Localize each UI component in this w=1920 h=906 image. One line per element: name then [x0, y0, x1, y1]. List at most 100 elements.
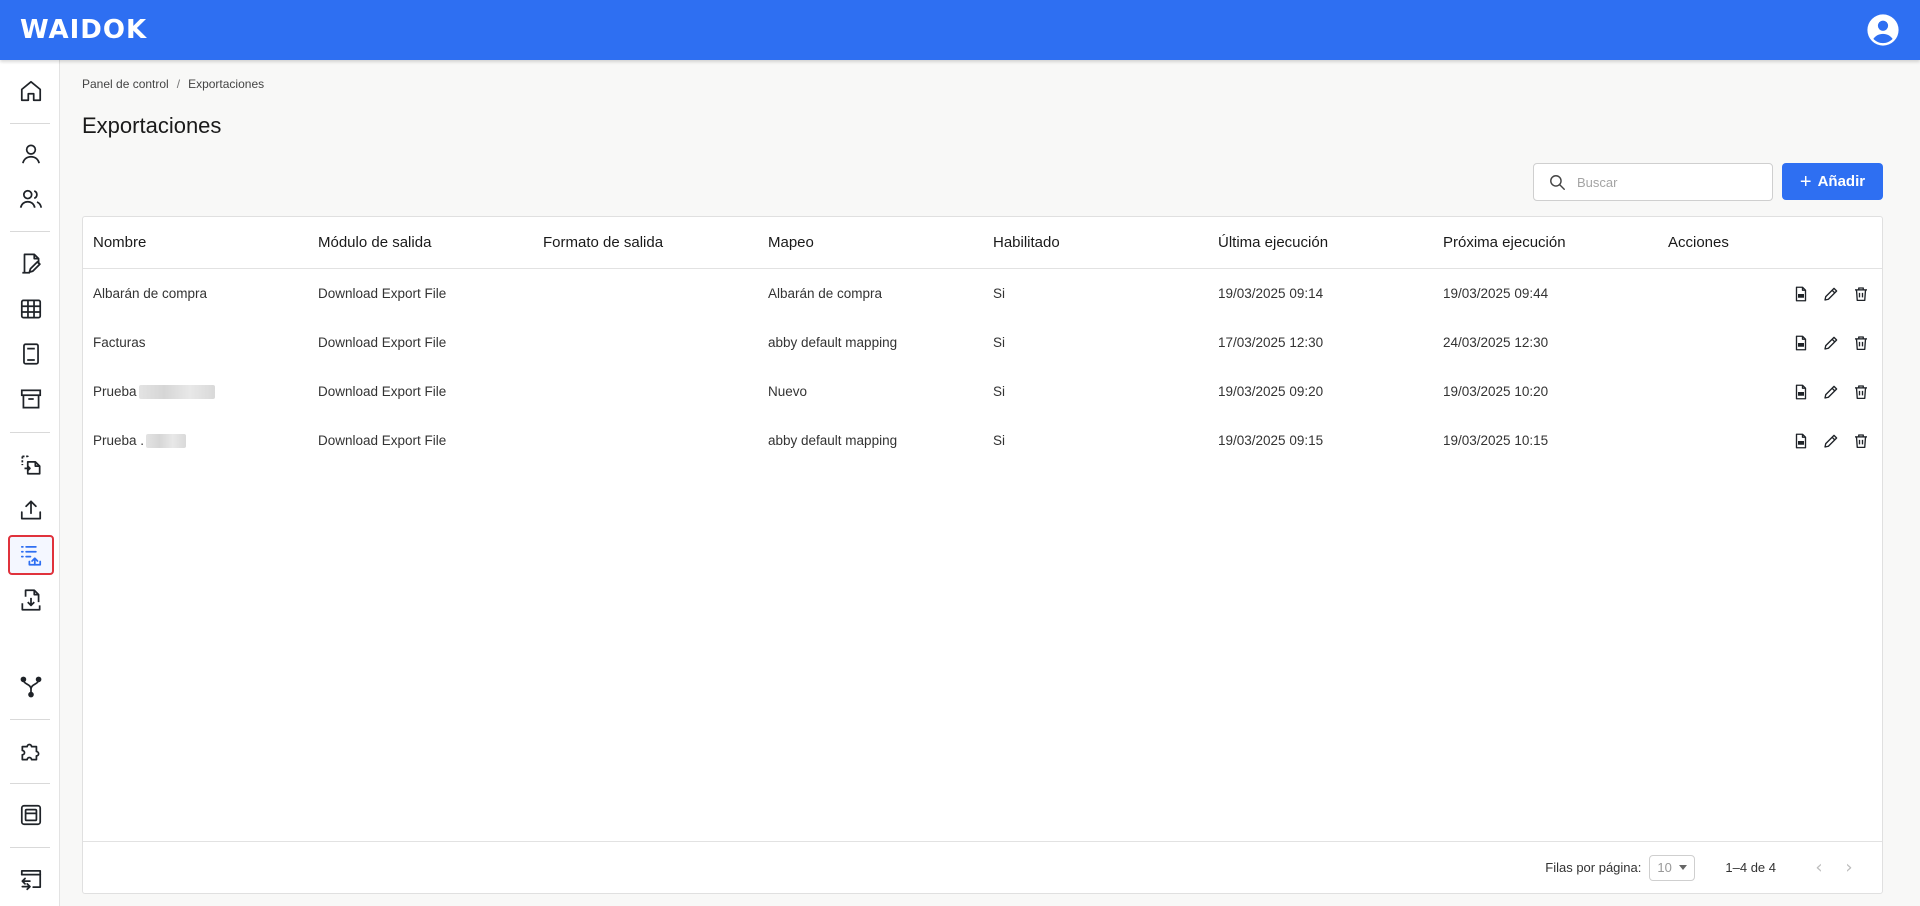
column-header-proxima-ejecucion[interactable]: Próxima ejecución	[1433, 217, 1566, 269]
add-button[interactable]: + Añadir	[1782, 163, 1883, 200]
cell-nombre-text: Prueba .	[93, 433, 145, 448]
column-header-ultima-ejecucion[interactable]: Última ejecución	[1208, 217, 1328, 269]
account-circle-icon	[1867, 14, 1899, 46]
breadcrumb-current: Exportaciones	[188, 77, 265, 91]
cell-habilitado: Si	[993, 433, 1006, 448]
cell-nombre-text: Prueba	[93, 384, 137, 399]
column-header-habilitado[interactable]: Habilitado	[983, 217, 1060, 269]
sidebar-divider	[10, 231, 50, 232]
previous-page-button[interactable]: ‹	[1804, 853, 1834, 883]
cell-ultima-ejecucion: 19/03/2025 09:15	[1218, 433, 1324, 448]
delete-button[interactable]	[1852, 432, 1870, 450]
sidebar-item-archive[interactable]	[8, 379, 54, 419]
pagination-range: 1–4 de 4	[1725, 860, 1776, 875]
trash-icon	[1855, 384, 1867, 399]
cell-modulo: Download Export File	[318, 286, 447, 301]
cell-mapeo: abby default mapping	[768, 335, 898, 350]
caret-down-icon	[1679, 865, 1688, 870]
export-file-button[interactable]	[1792, 285, 1810, 303]
sidebar-divider	[10, 783, 50, 784]
table-row[interactable]: Prueba . Download Export File abby defau…	[83, 416, 1882, 465]
column-header-formato[interactable]: Formato de salida	[533, 217, 663, 269]
branch-icon	[20, 676, 42, 698]
column-header-mapeo[interactable]: Mapeo	[758, 217, 814, 269]
sidebar-item-exports[interactable]	[8, 535, 54, 575]
sidebar-item-user[interactable]	[8, 134, 54, 174]
cell-proxima-ejecucion: 24/03/2025 12:30	[1443, 335, 1549, 350]
layout-icon	[20, 804, 42, 826]
sidebar-item-document-edit[interactable]	[8, 243, 54, 283]
edit-icon	[1824, 434, 1838, 448]
cell-mapeo: abby default mapping	[768, 433, 898, 448]
sidebar-item-table[interactable]	[8, 289, 54, 329]
table-row[interactable]: Facturas Download Export File abby defau…	[83, 318, 1882, 367]
file-transfer-icon	[21, 455, 41, 475]
cell-mapeo: Albarán de compra	[768, 286, 883, 301]
plus-icon: +	[1799, 170, 1812, 193]
delete-button[interactable]	[1852, 334, 1870, 352]
file-download-icon	[21, 589, 41, 611]
edit-button[interactable]	[1822, 383, 1840, 401]
cell-proxima-ejecucion: 19/03/2025 10:15	[1443, 433, 1549, 448]
sidebar-divider	[10, 719, 50, 720]
sidebar-item-book[interactable]	[8, 334, 54, 374]
breadcrumb: Panel de control / Exportaciones	[82, 77, 264, 91]
sidebar-divider	[10, 847, 50, 848]
delete-button[interactable]	[1852, 383, 1870, 401]
app-logo[interactable]: WAIDOK	[20, 15, 147, 45]
exports-table: Nombre Módulo de salida Formato de salid…	[82, 216, 1883, 894]
sidebar-item-plugins[interactable]	[8, 731, 54, 771]
users-icon	[19, 189, 43, 208]
home-icon	[20, 80, 42, 102]
edit-button[interactable]	[1822, 334, 1840, 352]
column-header-modulo[interactable]: Módulo de salida	[308, 217, 431, 269]
sidebar-item-terminal[interactable]	[8, 859, 54, 899]
table-icon	[20, 299, 42, 319]
sidebar-item-workflow[interactable]	[8, 667, 54, 707]
sidebar-item-home[interactable]	[8, 71, 54, 111]
sidebar-item-panel[interactable]	[8, 795, 54, 835]
cell-nombre: Albarán de compra	[93, 286, 208, 301]
export-file-icon	[1795, 335, 1807, 350]
cell-mapeo: Nuevo	[768, 384, 808, 399]
table-row[interactable]: Albarán de compra Download Export File A…	[83, 269, 1882, 318]
cell-ultima-ejecucion: 19/03/2025 09:14	[1218, 286, 1324, 301]
chevron-left-icon: ‹	[1815, 857, 1823, 878]
sidebar-item-file-transfer[interactable]	[8, 444, 54, 484]
export-file-icon	[1795, 433, 1807, 448]
row-actions	[1792, 318, 1870, 367]
search-input[interactable]	[1577, 174, 1757, 190]
trash-icon	[1855, 286, 1867, 301]
document-edit-icon	[22, 253, 41, 274]
delete-button[interactable]	[1852, 285, 1870, 303]
trash-icon	[1855, 433, 1867, 448]
table-row[interactable]: Prueba Download Export File Nuevo Si 19/…	[83, 367, 1882, 416]
edit-button[interactable]	[1822, 432, 1840, 450]
export-file-button[interactable]	[1792, 334, 1810, 352]
user-icon	[22, 144, 40, 164]
export-file-icon	[1795, 384, 1807, 399]
trash-icon	[1855, 335, 1867, 350]
column-header-nombre[interactable]: Nombre	[83, 217, 146, 269]
puzzle-icon	[21, 743, 40, 761]
redacted-text	[138, 385, 215, 400]
search-field[interactable]	[1533, 163, 1773, 201]
rows-per-page-label: Filas por página:	[1545, 860, 1642, 875]
profile-button[interactable]	[1866, 13, 1900, 47]
cell-formato	[533, 367, 543, 416]
sidebar-item-users[interactable]	[8, 179, 54, 219]
breadcrumb-root[interactable]: Panel de control	[82, 77, 169, 91]
next-page-button[interactable]: ›	[1834, 853, 1864, 883]
row-actions	[1792, 269, 1870, 318]
sidebar-item-upload[interactable]	[8, 490, 54, 530]
edit-icon	[1824, 287, 1838, 301]
cell-formato	[533, 416, 543, 465]
rows-per-page-select[interactable]: 10	[1649, 854, 1696, 881]
list-upload-icon	[20, 546, 42, 566]
archive-icon	[20, 389, 42, 409]
export-file-button[interactable]	[1792, 383, 1810, 401]
export-file-button[interactable]	[1792, 432, 1810, 450]
cell-formato	[533, 318, 543, 367]
sidebar-item-file-download[interactable]	[8, 580, 54, 620]
edit-button[interactable]	[1822, 285, 1840, 303]
